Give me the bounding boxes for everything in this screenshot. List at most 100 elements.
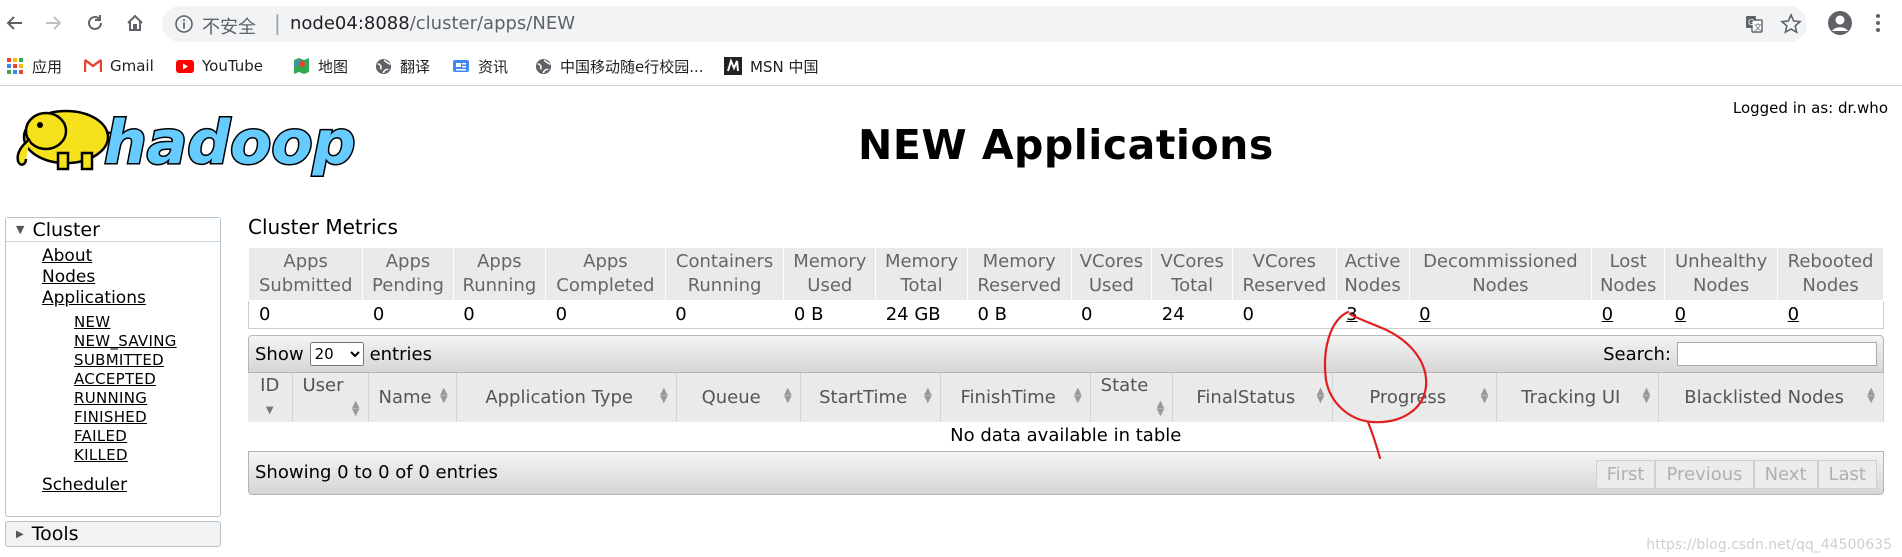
search-area: Search: <box>1603 342 1877 366</box>
col-header-state[interactable]: State ▲ ▼ <box>1090 373 1174 423</box>
metrics-header: Lost Nodes <box>1591 247 1666 301</box>
lost-nodes-link[interactable]: 0 <box>1602 304 1613 325</box>
show-label: Show <box>255 343 304 365</box>
msn-icon <box>724 57 742 75</box>
home-icon[interactable] <box>120 8 150 38</box>
search-input[interactable] <box>1677 342 1877 366</box>
address-bar[interactable]: 不安全 | node04:8088/cluster/apps/NEW G文 <box>162 6 1807 42</box>
bookmark-gmail[interactable]: Gmail <box>84 54 154 78</box>
metric-memory-reserved: 0 B <box>967 300 1072 329</box>
search-label: Search: <box>1603 343 1671 365</box>
sidebar-link-killed[interactable]: KILLED <box>74 446 220 465</box>
sidebar-link-applications[interactable]: Applications <box>42 288 220 309</box>
cluster-links: About Nodes Applications NEW NEW_SAVING … <box>6 242 220 496</box>
logged-in-label: Logged in as: dr.who <box>1732 99 1888 117</box>
unhealthy-nodes-link[interactable]: 0 <box>1675 304 1686 325</box>
url-text[interactable]: node04:8088/cluster/apps/NEW <box>290 13 575 34</box>
logo-wordmark: hadoop <box>104 108 356 178</box>
tools-section-toggle[interactable]: ▶ Tools <box>5 521 221 547</box>
pager-first-button[interactable]: First <box>1595 459 1656 489</box>
security-label: 不安全 <box>202 17 256 38</box>
pager-next-button[interactable]: Next <box>1753 459 1818 489</box>
col-header-finish-time[interactable]: FinishTime ▲ ▼ <box>940 373 1091 423</box>
sidebar-link-nodes[interactable]: Nodes <box>42 267 220 288</box>
metric-memory-total: 24 GB <box>875 300 968 329</box>
bookmark-maps[interactable]: 地图 <box>292 54 348 78</box>
bookmark-star-icon[interactable] <box>1779 12 1803 36</box>
col-header-application-type[interactable]: Application Type ▲ ▼ <box>456 373 677 423</box>
globe-icon <box>374 57 392 75</box>
back-icon[interactable] <box>0 8 30 38</box>
col-header-progress[interactable]: Progress ▲ ▼ <box>1332 373 1498 423</box>
bookmark-label: 地图 <box>318 57 349 76</box>
table-row: No data available in table <box>248 422 1884 449</box>
sidebar-link-failed[interactable]: FAILED <box>74 427 220 446</box>
metric-active-nodes: 3 <box>1336 300 1410 329</box>
table-info: Showing 0 to 0 of 0 entries <box>255 462 498 483</box>
svg-text:文: 文 <box>1754 22 1762 32</box>
metric-memory-used: 0 B <box>783 300 876 329</box>
bookmark-apps[interactable]: 应用 <box>6 54 62 78</box>
col-header-name[interactable]: Name ▲ ▼ <box>368 373 457 423</box>
pager-last-button[interactable]: Last <box>1817 459 1877 489</box>
col-header-tracking-ui[interactable]: Tracking UI ▲ ▼ <box>1496 373 1660 423</box>
translate-icon[interactable]: G文 <box>1742 12 1766 36</box>
metrics-header: Apps Submitted <box>247 247 364 301</box>
sort-icon: ▲ ▼ <box>923 386 932 405</box>
browser-toolbar: 不安全 | node04:8088/cluster/apps/NEW G文 <box>0 0 1902 46</box>
browser-menu-icon[interactable] <box>1866 8 1890 38</box>
info-icon[interactable] <box>174 14 194 34</box>
sidebar-link-submitted[interactable]: SUBMITTED <box>74 351 220 370</box>
maps-icon <box>292 57 310 75</box>
sidebar-link-accepted[interactable]: ACCEPTED <box>74 370 220 389</box>
sort-icon: ▲ ▼ <box>1316 386 1325 405</box>
col-header-user[interactable]: User ▲ ▼ <box>292 373 369 423</box>
sidebar-link-scheduler[interactable]: Scheduler <box>42 475 220 496</box>
bookmark-youtube[interactable]: YouTube <box>176 54 263 78</box>
col-header-final-status[interactable]: FinalStatus ▲ ▼ <box>1172 373 1334 423</box>
metrics-header: Active Nodes <box>1335 247 1410 301</box>
cluster-section-toggle[interactable]: ▼ Cluster <box>6 218 220 242</box>
sidebar-link-new-saving[interactable]: NEW_SAVING <box>74 332 220 351</box>
metric-apps-completed: 0 <box>545 300 666 329</box>
bookmarks-bar: 应用 Gmail YouTube 地图 翻译 资讯 中国移动随e行校园... M… <box>0 46 1902 86</box>
active-nodes-link[interactable]: 3 <box>1346 304 1357 325</box>
sidebar-link-running[interactable]: RUNNING <box>74 389 220 408</box>
bookmark-label: MSN 中国 <box>750 57 819 76</box>
rebooted-nodes-link[interactable]: 0 <box>1788 304 1799 325</box>
col-header-blacklisted-nodes[interactable]: Blacklisted Nodes ▲ ▼ <box>1658 373 1884 423</box>
sort-icon: ▲ ▼ <box>439 386 448 405</box>
gmail-icon <box>84 57 102 75</box>
page-size-select[interactable]: 20 <box>309 342 364 366</box>
metrics-header: Unhealthy Nodes <box>1664 247 1779 301</box>
bookmark-translate[interactable]: 翻译 <box>374 54 430 78</box>
sidebar-link-about[interactable]: About <box>42 246 220 267</box>
hadoop-logo[interactable]: hadoop <box>8 97 380 183</box>
sidebar-link-new[interactable]: NEW <box>74 313 220 332</box>
sidebar-link-finished[interactable]: FINISHED <box>74 408 220 427</box>
col-header-queue[interactable]: Queue ▲ ▼ <box>676 373 801 423</box>
bookmark-msn[interactable]: MSN 中国 <box>724 54 818 78</box>
metric-unhealthy-nodes: 0 <box>1664 300 1778 329</box>
bookmark-news[interactable]: 资讯 <box>452 54 508 78</box>
sort-icon: ▲ ▼ <box>351 399 360 418</box>
metrics-header-row: Apps Submitted Apps Pending Apps Running Ap… <box>247 247 1884 301</box>
globe-icon <box>534 57 552 75</box>
reload-icon[interactable] <box>80 8 110 38</box>
bookmark-campus[interactable]: 中国移动随e行校园... <box>534 54 704 78</box>
page-title: NEW Applications <box>858 121 1274 169</box>
sort-icon: ▲ ▼ <box>783 386 792 405</box>
profile-avatar-icon[interactable] <box>1825 8 1855 38</box>
cluster-metrics-table: Apps Submitted Apps Pending Apps Running Ap… <box>247 247 1884 329</box>
forward-icon[interactable] <box>38 8 68 38</box>
pagination: First Previous Next Last <box>1595 459 1877 489</box>
pager-previous-button[interactable]: Previous <box>1655 459 1754 489</box>
metric-apps-running: 0 <box>453 300 546 329</box>
metrics-header: VCores Used <box>1070 247 1153 301</box>
metric-vcores-reserved: 0 <box>1232 300 1337 329</box>
sort-icon: ▲ ▼ <box>1867 386 1875 405</box>
decommissioned-nodes-link[interactable]: 0 <box>1419 304 1430 325</box>
metrics-header: Containers Running <box>664 247 785 301</box>
col-header-start-time[interactable]: StartTime ▲ ▼ <box>800 373 941 423</box>
col-header-id[interactable]: ID ▼ <box>248 373 293 423</box>
